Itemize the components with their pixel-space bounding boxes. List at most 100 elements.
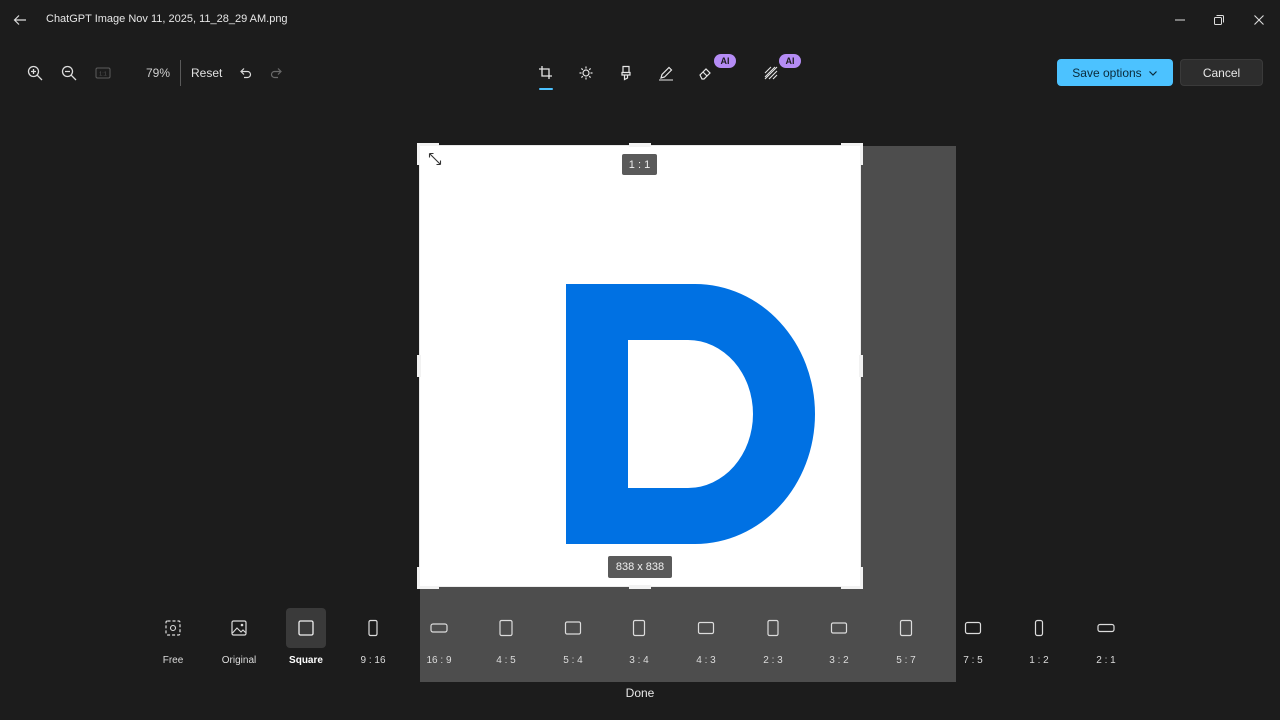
filter-tool-button[interactable]	[610, 56, 642, 90]
ratio-label: Free	[162, 655, 184, 666]
ratio-1-2[interactable]: 1 : 2	[1006, 608, 1072, 668]
free-crop-icon	[165, 620, 181, 636]
crop-handle-bottom-left[interactable]	[417, 567, 439, 589]
restore-button[interactable]	[1205, 6, 1233, 34]
ratio-4-5[interactable]: 4 : 5	[473, 608, 539, 668]
title-bar: ChatGPT Image Nov 11, 2025, 11_28_29 AM.…	[0, 0, 1280, 40]
marker-icon	[621, 65, 631, 81]
resize-cursor-icon	[428, 152, 442, 166]
ratio-5-4[interactable]: 5 : 4	[540, 608, 606, 668]
ai-badge: AI	[779, 54, 801, 68]
letter-d-graphic	[566, 284, 815, 544]
portrait-2-3-icon	[767, 619, 779, 637]
actual-size-button[interactable]: 1:1	[88, 58, 118, 88]
zoom-out-button[interactable]	[54, 58, 84, 88]
ratio-label: 16 : 9	[426, 655, 452, 666]
crop-size-label: 838 x 838	[608, 556, 672, 578]
landscape-5-4-icon	[564, 621, 582, 635]
ratio-label: 2 : 3	[763, 655, 783, 666]
adjust-tool-button[interactable]	[570, 56, 602, 90]
ratio-free[interactable]: Free	[140, 608, 206, 668]
redo-icon	[271, 68, 283, 79]
svg-text:1:1: 1:1	[99, 72, 107, 78]
ratio-original[interactable]: Original	[206, 608, 272, 668]
aspect-ratio-label: 1 : 1	[622, 154, 657, 175]
close-button[interactable]	[1245, 6, 1273, 34]
ratio-label: Original	[221, 655, 257, 666]
ratio-9-16[interactable]: 9 : 16	[340, 608, 406, 668]
background-tool-button[interactable]: AI	[755, 54, 801, 90]
window-title: ChatGPT Image Nov 11, 2025, 11_28_29 AM.…	[46, 13, 288, 25]
eraser-icon	[699, 68, 711, 80]
landscape-7-5-icon	[964, 621, 982, 635]
portrait-3-4-icon	[632, 619, 646, 637]
ratio-7-5[interactable]: 7 : 5	[940, 608, 1006, 668]
landscape-2-1-icon	[1097, 623, 1115, 633]
zoom-toolbar: 1:1 79% Reset	[20, 58, 292, 88]
ratio-label: 2 : 1	[1096, 655, 1116, 666]
original-image-icon	[231, 620, 247, 636]
close-icon	[1254, 15, 1264, 25]
zoom-level: 79%	[145, 66, 170, 80]
crop-handle-bottom-right[interactable]	[841, 567, 863, 589]
ratio-2-3[interactable]: 2 : 3	[740, 608, 806, 668]
reset-button[interactable]: Reset	[191, 66, 222, 80]
ratio-square[interactable]: Square	[273, 608, 339, 668]
back-button[interactable]	[8, 8, 32, 32]
crop-handle-right[interactable]	[859, 355, 863, 377]
redo-button[interactable]	[262, 58, 292, 88]
ratio-2-1[interactable]: 2 : 1	[1073, 608, 1139, 668]
cropped-image[interactable]	[420, 146, 860, 586]
undo-icon	[240, 68, 252, 79]
ratio-16-9[interactable]: 16 : 9	[406, 608, 472, 668]
landscape-4-3-icon	[697, 621, 715, 635]
crop-handle-top[interactable]	[629, 143, 651, 147]
zoom-in-button[interactable]	[20, 58, 50, 88]
arrow-left-icon	[13, 15, 26, 25]
undo-button[interactable]	[230, 58, 260, 88]
ratio-label: Square	[289, 655, 323, 666]
erase-tool-button[interactable]: AI	[690, 54, 736, 90]
ratio-label: 3 : 2	[829, 655, 849, 666]
ratio-label: 1 : 2	[1029, 655, 1049, 666]
portrait-1-2-icon	[1034, 619, 1044, 637]
done-button[interactable]: Done	[610, 686, 670, 700]
landscape-16-9-icon	[430, 623, 448, 633]
chevron-down-icon	[1148, 70, 1157, 76]
restore-icon	[1214, 15, 1224, 25]
toolbar-divider	[180, 60, 181, 86]
save-options-label: Save options	[1072, 65, 1142, 80]
ratio-label: 9 : 16	[360, 655, 386, 666]
minimize-button[interactable]	[1166, 6, 1194, 34]
minimize-icon	[1175, 19, 1185, 21]
crop-handle-left[interactable]	[417, 355, 421, 377]
ratio-label: 5 : 4	[563, 655, 583, 666]
pen-icon	[659, 66, 673, 81]
cancel-button[interactable]: Cancel	[1180, 59, 1263, 86]
zoom-in-icon	[27, 65, 43, 81]
crop-icon	[539, 66, 552, 79]
crop-handle-top-right[interactable]	[841, 143, 863, 165]
crop-handle-bottom[interactable]	[629, 585, 651, 589]
ratio-label: 4 : 3	[696, 655, 716, 666]
ai-badge: AI	[714, 54, 736, 68]
portrait-9-16-icon	[368, 619, 378, 637]
ratio-label: 7 : 5	[963, 655, 983, 666]
zoom-out-icon	[61, 65, 77, 81]
crop-tool-button[interactable]	[530, 56, 562, 90]
portrait-4-5-icon	[499, 619, 513, 637]
landscape-3-2-icon	[830, 622, 848, 634]
ratio-label: 3 : 4	[629, 655, 649, 666]
active-tool-indicator	[539, 88, 553, 90]
ratio-3-4[interactable]: 3 : 4	[606, 608, 672, 668]
background-icon	[764, 66, 778, 80]
actual-size-icon: 1:1	[95, 67, 111, 79]
save-options-button[interactable]: Save options	[1057, 59, 1173, 86]
ratio-3-2[interactable]: 3 : 2	[806, 608, 872, 668]
ratio-5-7[interactable]: 5 : 7	[873, 608, 939, 668]
brightness-icon	[579, 66, 593, 80]
ratio-label: 5 : 7	[896, 655, 916, 666]
ratio-4-3[interactable]: 4 : 3	[673, 608, 739, 668]
aspect-ratio-strip: Free Original Square 9 : 16 16 : 9 4 : 5…	[140, 608, 1140, 668]
markup-tool-button[interactable]	[650, 56, 682, 90]
